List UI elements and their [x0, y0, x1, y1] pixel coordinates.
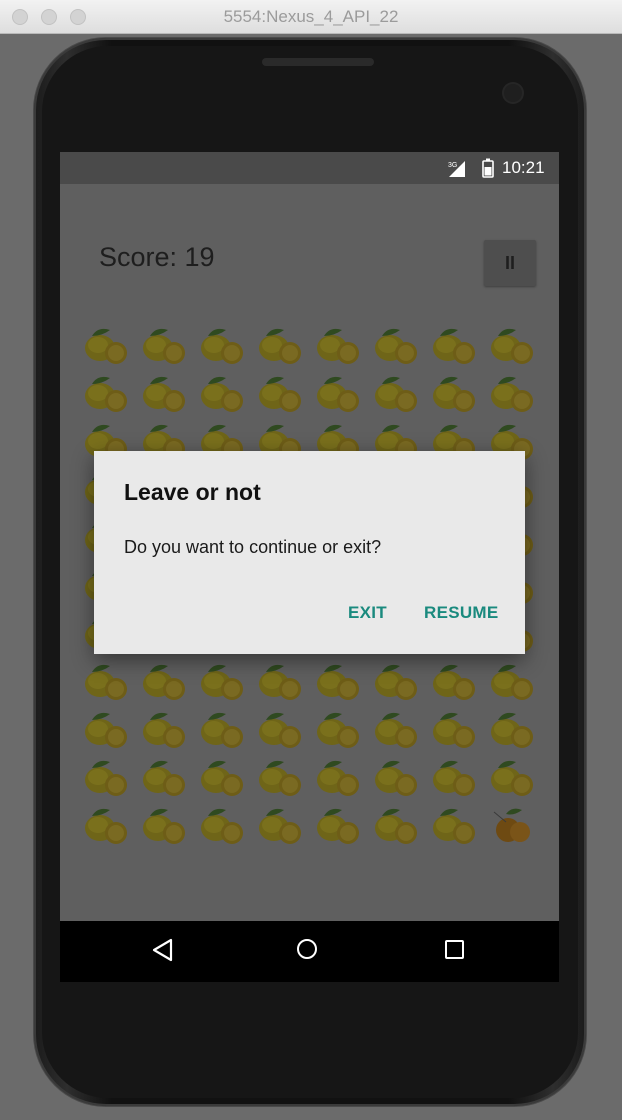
lemon-tile[interactable] [372, 660, 422, 702]
dialog-title: Leave or not [124, 479, 261, 505]
lemon-tile[interactable] [488, 324, 538, 366]
lemon-tile[interactable] [140, 708, 190, 750]
score-label: Score: 19 [99, 242, 215, 272]
back-icon[interactable] [152, 938, 174, 967]
lemon-tile[interactable] [82, 708, 132, 750]
lemon-tile[interactable] [198, 708, 248, 750]
lemon-tile[interactable] [314, 708, 364, 750]
lemon-tile[interactable] [430, 660, 480, 702]
front-camera [504, 84, 522, 102]
lemon-tile[interactable] [372, 372, 422, 414]
lemon-tile[interactable] [430, 804, 480, 846]
window-title: 5554:Nexus_4_API_22 [223, 7, 399, 26]
lemon-tile[interactable] [372, 804, 422, 846]
lemon-tile[interactable] [256, 708, 306, 750]
signal-icon: 3G [447, 159, 467, 182]
lemon-tile[interactable] [488, 372, 538, 414]
window-title-bar: 5554:Nexus_4_API_22 [0, 0, 622, 34]
lemon-tile[interactable] [140, 660, 190, 702]
resume-button[interactable]: RESUME [424, 603, 499, 623]
lemon-tile[interactable] [82, 324, 132, 366]
dialog-message: Do you want to continue or exit? [124, 537, 382, 557]
lemon-tile[interactable] [140, 804, 190, 846]
lemon-tile[interactable] [430, 708, 480, 750]
lemon-tile[interactable] [82, 372, 132, 414]
lemon-tile[interactable] [82, 804, 132, 846]
pause-icon: II [504, 252, 515, 273]
status-bar: 3G 10:21 [60, 152, 559, 184]
lemon-tile[interactable] [198, 804, 248, 846]
lemon-tile[interactable] [82, 660, 132, 702]
lemon-tile[interactable] [256, 324, 306, 366]
lemon-tile[interactable] [140, 372, 190, 414]
lemon-tile[interactable] [198, 324, 248, 366]
lemon-tile[interactable] [140, 756, 190, 798]
lemon-tile[interactable] [256, 804, 306, 846]
lemon-tile[interactable] [256, 660, 306, 702]
navigation-bar [60, 921, 559, 982]
lemon-tile[interactable] [372, 708, 422, 750]
lemon-tile[interactable] [256, 372, 306, 414]
lemon-tile[interactable] [430, 372, 480, 414]
lemon-tile[interactable] [314, 372, 364, 414]
lemon-tile[interactable] [430, 324, 480, 366]
lemon-tile[interactable] [140, 324, 190, 366]
lemon-tile[interactable] [488, 660, 538, 702]
pause-button[interactable]: II [484, 240, 536, 286]
svg-text:3G: 3G [448, 162, 457, 169]
lemon-tile[interactable] [198, 660, 248, 702]
lemon-tile[interactable] [430, 756, 480, 798]
lemon-tile[interactable] [372, 756, 422, 798]
lemon-tile[interactable] [372, 324, 422, 366]
status-time: 10:21 [502, 158, 545, 177]
orange-tile[interactable] [488, 804, 538, 846]
lemon-tile[interactable] [82, 756, 132, 798]
lemon-tile[interactable] [314, 324, 364, 366]
lemon-tile[interactable] [198, 372, 248, 414]
lemon-tile[interactable] [488, 756, 538, 798]
recents-icon[interactable] [445, 940, 464, 959]
lemon-tile[interactable] [256, 756, 306, 798]
home-icon[interactable] [297, 939, 317, 959]
speaker-grille [262, 58, 374, 66]
lemon-tile[interactable] [314, 804, 364, 846]
lemon-tile[interactable] [314, 756, 364, 798]
leave-dialog: Leave or not Do you want to continue or … [94, 451, 525, 654]
battery-icon [482, 158, 494, 183]
lemon-tile[interactable] [198, 756, 248, 798]
exit-button[interactable]: EXIT [348, 603, 387, 623]
lemon-tile[interactable] [314, 660, 364, 702]
lemon-tile[interactable] [488, 708, 538, 750]
